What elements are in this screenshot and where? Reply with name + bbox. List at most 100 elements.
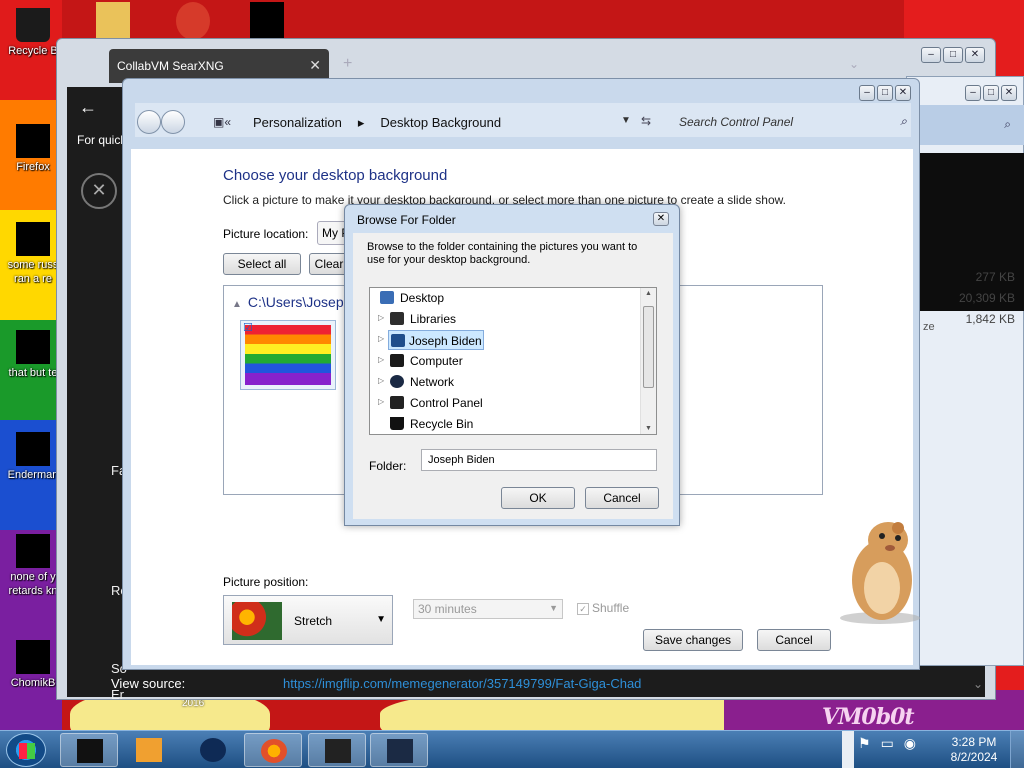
tree-item-label: Recycle Bin (410, 417, 474, 431)
interval-select[interactable]: 30 minutes ▼ (413, 599, 563, 619)
computer-icon (390, 354, 404, 367)
minimize-icon[interactable]: – (921, 47, 941, 63)
tree-item-network[interactable]: ▷ Network (370, 372, 640, 392)
chevron-down-icon: ▼ (376, 614, 386, 625)
size-column-header[interactable]: ze (923, 321, 935, 333)
file-icon (16, 222, 50, 256)
view-source-link[interactable]: https://imgflip.com/memegenerator/357149… (283, 676, 641, 691)
close-icon[interactable]: ✕ (965, 47, 985, 63)
search-icon[interactable]: ⌕ (900, 114, 907, 129)
desktop-icon-top-1[interactable] (96, 2, 130, 40)
hamster-image (840, 522, 920, 624)
checkbox-icon[interactable]: ☑ (243, 321, 253, 334)
folder-path-text: C:\Users\Joseph (247, 294, 352, 310)
recycle-bin-icon (390, 417, 404, 430)
search-input[interactable]: Search Control Panel ⌕ (671, 111, 911, 133)
close-icon[interactable]: ✕ (653, 212, 669, 226)
new-tab-button[interactable]: + (343, 55, 352, 73)
file-size: 1,842 KB (965, 312, 1015, 326)
control-panel-window-controls: – □ ✕ (859, 85, 911, 101)
tab-title: CollabVM SearXNG (117, 59, 224, 73)
explorer-preview (919, 153, 1024, 311)
tab-list-icon[interactable]: ⌄ (849, 57, 859, 71)
maximize-icon[interactable]: □ (983, 85, 999, 101)
expand-icon[interactable]: ▷ (378, 376, 384, 385)
for-quick-text: For quick (77, 133, 127, 147)
ok-button[interactable]: OK (501, 487, 575, 509)
expand-icon[interactable]: ▷ (378, 313, 384, 322)
search-icon[interactable]: ⌕ (1004, 117, 1011, 132)
network-icon[interactable]: ▭ (881, 735, 894, 752)
tree-item-control-panel[interactable]: ▷ Control Panel (370, 393, 640, 413)
taskbar-item-explorer[interactable] (60, 733, 118, 767)
dialog-title: Browse For Folder (357, 213, 456, 227)
wallpaper-thumbnail[interactable]: ☑ (240, 320, 336, 390)
taskbar-item-firefox[interactable] (244, 733, 302, 767)
expand-icon[interactable]: ▷ (378, 334, 384, 343)
minimize-icon[interactable]: – (965, 85, 981, 101)
tree-item-computer[interactable]: ▷ Computer (370, 351, 640, 371)
taskbar-item-control-panel[interactable] (370, 733, 428, 767)
tree-item-label: Control Panel (410, 396, 483, 410)
chevron-down-icon[interactable]: ⌄ (973, 677, 983, 691)
network-icon (390, 375, 404, 388)
close-icon[interactable]: ✕ (1001, 85, 1017, 101)
folder-path[interactable]: ▲ C:\Users\Joseph (232, 294, 351, 310)
refresh-icon[interactable]: ⇆ (641, 114, 651, 128)
address-dropdown-icon[interactable]: ▼ (621, 115, 631, 126)
expand-icon[interactable]: ▷ (378, 355, 384, 364)
taskbar-item-app[interactable] (184, 733, 242, 767)
shuffle-checkbox[interactable]: ✓ Shuffle (577, 601, 629, 615)
control-panel-icon (390, 396, 404, 409)
scroll-up-icon[interactable]: ▲ (645, 290, 652, 297)
flag-icon[interactable]: ⚑ (858, 735, 871, 752)
desktop-icon-top-3[interactable] (250, 2, 284, 40)
forward-icon[interactable] (161, 110, 185, 134)
folder-input[interactable]: Joseph Biden (421, 449, 657, 471)
clock[interactable]: 3:28 PM 8/2/2024 (946, 735, 1002, 765)
breadcrumb-personalization[interactable]: Personalization (253, 115, 342, 130)
file-icon (16, 432, 50, 466)
tree-scrollbar[interactable]: ▲ ▼ (640, 288, 656, 434)
desktop-icon-top-2[interactable] (176, 2, 210, 40)
show-desktop-button[interactable] (1010, 731, 1024, 768)
minimize-icon[interactable]: – (859, 85, 875, 101)
back-arrow-icon[interactable]: ← (79, 97, 97, 118)
scrollbar-thumb[interactable] (643, 306, 654, 388)
breadcrumb: Personalization ▸ Desktop Background (253, 115, 517, 131)
tree-item-joseph-biden[interactable]: Joseph Biden (388, 330, 484, 350)
tray-overflow[interactable] (842, 731, 854, 768)
tree-item-libraries[interactable]: ▷ Libraries (370, 309, 640, 329)
tree-item-label: Joseph Biden (409, 334, 482, 348)
save-changes-button[interactable]: Save changes (643, 629, 743, 651)
tab-close-icon[interactable]: ✕ (309, 57, 321, 74)
view-source-label: View source: (111, 676, 186, 691)
breadcrumb-separator-icon[interactable]: ▸ (358, 115, 365, 130)
shuffle-label: Shuffle (592, 601, 630, 615)
select-all-button[interactable]: Select all (223, 253, 301, 275)
tree-item-recycle-bin[interactable]: Recycle Bin (370, 414, 640, 434)
clear-all-button[interactable]: Clear all (309, 253, 349, 275)
cancel-button[interactable]: Cancel (757, 629, 831, 651)
file-size: 277 KB (975, 270, 1015, 284)
clock-date: 8/2/2024 (950, 750, 998, 764)
collapse-icon[interactable]: ▲ (232, 299, 242, 310)
start-button[interactable] (6, 733, 46, 767)
taskbar-item-media[interactable] (120, 733, 178, 767)
search-placeholder: Search Control Panel (679, 115, 794, 129)
picture-position-select[interactable]: Stretch ▼ (223, 595, 393, 645)
close-icon[interactable]: ✕ (895, 85, 911, 101)
scroll-down-icon[interactable]: ▼ (645, 425, 652, 432)
back-icon[interactable] (137, 110, 161, 134)
clear-icon[interactable]: ✕ (81, 173, 117, 209)
tree-item-desktop[interactable]: Desktop (370, 288, 640, 308)
maximize-icon[interactable]: □ (877, 85, 893, 101)
volume-icon[interactable]: ◉ (904, 735, 916, 752)
taskbar-item-windows[interactable] (308, 733, 366, 767)
tree-item-label: Libraries (410, 312, 457, 326)
expand-icon[interactable]: ▷ (378, 397, 384, 406)
maximize-icon[interactable]: □ (943, 47, 963, 63)
cancel-button[interactable]: Cancel (585, 487, 659, 509)
breadcrumb-desktop-background[interactable]: Desktop Background (380, 115, 501, 130)
file-size: 20,309 KB (958, 291, 1015, 305)
